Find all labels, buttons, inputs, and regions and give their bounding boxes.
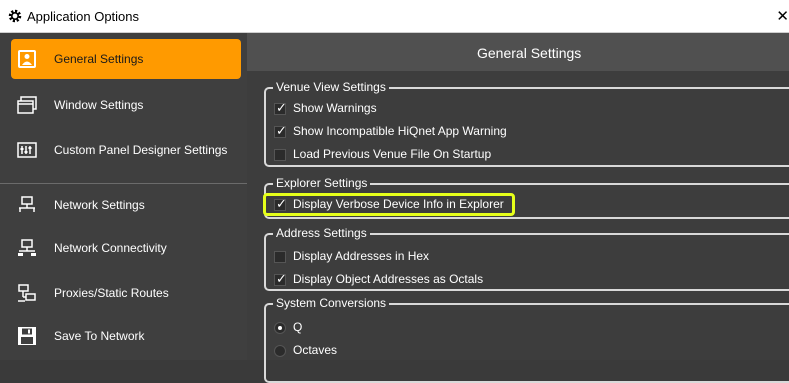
page-title: General Settings [477, 45, 582, 61]
sidebar-item-proxies-static-routes[interactable]: Proxies/Static Routes [11, 273, 241, 313]
sidebar-item-label: Proxies/Static Routes [54, 286, 169, 300]
highlight-box [263, 193, 515, 216]
title-bar: Application Options ✕ [0, 0, 789, 33]
checkbox-box[interactable]: ✓ [274, 100, 287, 115]
sidebar-item-label: Window Settings [54, 98, 144, 112]
panel-designer-icon [17, 142, 37, 158]
sidebar-item-general-settings[interactable]: General Settings [11, 39, 241, 79]
sidebar-item-label: Network Connectivity [54, 241, 167, 255]
checkbox-box[interactable]: ✓ [274, 123, 287, 138]
window-title: Application Options [27, 9, 140, 24]
sidebar-divider [0, 183, 247, 184]
checkbox-box[interactable]: ✓ [274, 271, 287, 286]
address-settings-group: Address Settings Display Addresses in He… [264, 226, 789, 291]
sidebar-item-save-to-network[interactable]: Save To Network [11, 316, 241, 356]
sidebar-item-label: General Settings [54, 52, 144, 66]
sidebar-item-window-settings[interactable]: Window Settings [11, 85, 241, 125]
checkbox-box[interactable] [274, 251, 286, 263]
save-network-icon [18, 327, 36, 345]
sidebar: General Settings Window Settings Custom … [0, 33, 247, 360]
gear-icon [8, 9, 22, 23]
radio-button[interactable] [274, 322, 286, 334]
sidebar-item-label: Custom Panel Designer Settings [54, 143, 228, 157]
system-conversions-group: System Conversions Q Octaves [264, 296, 789, 383]
group-legend: Address Settings [273, 226, 370, 240]
network-connectivity-icon [18, 239, 36, 256]
group-legend: Explorer Settings [273, 176, 371, 190]
sidebar-item-network-settings[interactable]: Network Settings [11, 185, 241, 225]
sidebar-item-custom-panel-designer[interactable]: Custom Panel Designer Settings [11, 130, 241, 170]
radio-button[interactable] [274, 345, 286, 357]
venue-view-settings-group: Venue View Settings ✓ Show Warnings ✓ Sh… [264, 80, 789, 167]
window-icon [17, 96, 37, 114]
group-legend: Venue View Settings [273, 80, 389, 94]
sidebar-item-label: Network Settings [54, 198, 145, 212]
panel-header: General Settings [247, 33, 789, 71]
sidebar-item-network-connectivity[interactable]: Network Connectivity [11, 228, 241, 268]
proxies-icon [18, 284, 36, 302]
close-icon[interactable]: ✕ [776, 7, 789, 25]
general-settings-icon [18, 50, 36, 68]
network-icon [19, 196, 35, 212]
group-legend: System Conversions [273, 296, 390, 310]
sidebar-item-label: Save To Network [54, 329, 145, 343]
checkbox-box[interactable] [274, 149, 286, 161]
